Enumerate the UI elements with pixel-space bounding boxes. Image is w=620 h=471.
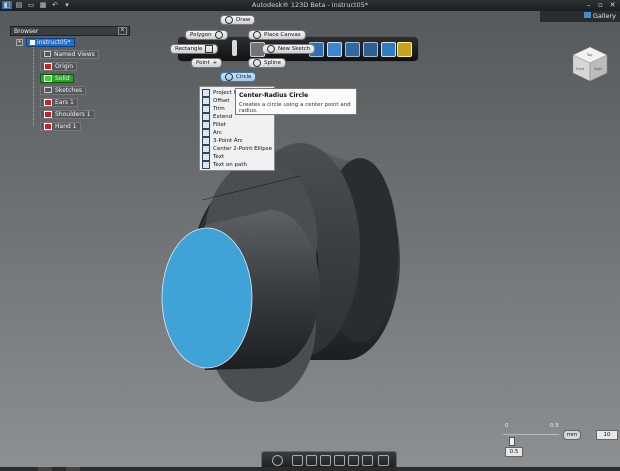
draw-label: Draw (236, 17, 251, 23)
polygon-button[interactable]: Polygon (185, 30, 228, 40)
status-tab[interactable] (38, 467, 52, 471)
menu-item-extend[interactable]: Extend (202, 112, 233, 121)
menu-item-text[interactable]: Text (202, 152, 225, 161)
menu-label: Extend (213, 113, 233, 120)
grid-value-field[interactable]: 10 (596, 430, 618, 440)
zoom-current-value[interactable]: 0.5 (505, 447, 523, 457)
rectangle-button[interactable]: Rectangle (170, 44, 219, 54)
menu-item-arc[interactable]: Arc (202, 128, 222, 137)
point-icon: + (212, 60, 218, 66)
menu-label: Text (213, 153, 225, 160)
menu-label: 3-Point Arc (213, 137, 243, 144)
cylinder-face[interactable] (161, 227, 253, 369)
menu-label: Arc (213, 129, 222, 136)
tooltip-description: Creates a circle using a center point an… (239, 102, 351, 114)
unit-button[interactable]: mm (563, 430, 581, 440)
tooltip-title: Center-Radius Circle (239, 92, 309, 99)
status-bar (0, 467, 620, 471)
menu-item-3-point-arc[interactable]: 3-Point Arc (202, 136, 243, 145)
circle-label: Circle (236, 74, 252, 80)
draw-button[interactable]: Draw (220, 15, 256, 25)
view-cube-front-label: Front (576, 67, 585, 71)
point-label: Point (196, 60, 210, 66)
canvas-icon (253, 31, 261, 39)
menu-item-fillet[interactable]: Fillet (202, 120, 226, 129)
menu-item-ellipse[interactable]: Center 2-Point Ellipse (202, 144, 272, 153)
circle-button[interactable]: Circle (220, 72, 257, 82)
spline-icon (253, 59, 261, 67)
circle-tooltip: Center-Radius Circle Creates a circle us… (235, 88, 357, 115)
home-icon[interactable] (272, 455, 283, 466)
rectangle-label: Rectangle (175, 46, 203, 52)
sketch-handle-icon[interactable] (232, 40, 237, 56)
view-cube[interactable]: Top Front Right (570, 44, 610, 84)
text-icon (202, 152, 210, 161)
pattern-icon[interactable] (345, 42, 360, 57)
view-cube-right-label: Right (594, 67, 603, 71)
front-boss[interactable] (161, 210, 320, 370)
model-viewport[interactable] (0, 0, 620, 471)
polygon-label: Polygon (190, 32, 212, 38)
circle-icon (225, 73, 233, 81)
arc-icon (202, 128, 210, 137)
offset-icon (202, 96, 210, 105)
extend-icon (202, 112, 210, 121)
rectangle-icon (205, 45, 214, 53)
fillet-icon (202, 120, 210, 129)
menu-label: Text on path (213, 161, 247, 168)
text-path-icon (202, 160, 210, 169)
extrude-icon[interactable] (327, 42, 342, 57)
display-mode-icon[interactable] (362, 455, 373, 466)
polygon-icon (214, 31, 223, 39)
menu-item-trim[interactable]: Trim (202, 104, 225, 113)
menu-label: Offset (213, 97, 230, 104)
zoom-max-label: 0.5 (550, 423, 559, 429)
menu-label: Fillet (213, 121, 226, 128)
project-icon (202, 88, 210, 97)
material-icon[interactable] (397, 42, 412, 57)
place-canvas-label: Place Canvas (264, 32, 301, 38)
menu-label: Trim (213, 105, 225, 112)
zoom-min-label: 0 (505, 423, 509, 429)
pan-icon[interactable] (292, 455, 303, 466)
zoom-slider-track[interactable] (503, 434, 559, 435)
zoom-slider-knob[interactable] (509, 437, 515, 446)
point-button[interactable]: Point + (191, 58, 223, 68)
combine-icon[interactable] (363, 42, 378, 57)
three-point-arc-icon (202, 136, 210, 145)
menu-item-offset[interactable]: Offset (202, 96, 230, 105)
fit-icon[interactable] (348, 455, 359, 466)
spline-label: Spline (264, 60, 281, 66)
measure-icon[interactable] (381, 42, 396, 57)
look-icon[interactable] (320, 455, 331, 466)
view-cube-top-label: Top (586, 53, 592, 57)
status-tab[interactable] (66, 467, 80, 471)
spline-button[interactable]: Spline (248, 58, 286, 68)
new-sketch-button[interactable]: New Sketch (262, 44, 316, 54)
orbit-icon[interactable] (306, 455, 317, 466)
visibility-icon[interactable] (378, 455, 389, 466)
menu-label: Center 2-Point Ellipse (213, 145, 272, 152)
new-sketch-icon (267, 45, 275, 53)
pencil-icon (225, 16, 233, 24)
place-canvas-button[interactable]: Place Canvas (248, 30, 306, 40)
zoom-icon[interactable] (334, 455, 345, 466)
new-sketch-label: New Sketch (278, 46, 311, 52)
ellipse-icon (202, 144, 210, 153)
menu-item-text-on-path[interactable]: Text on path (202, 160, 247, 169)
trim-icon (202, 104, 210, 113)
